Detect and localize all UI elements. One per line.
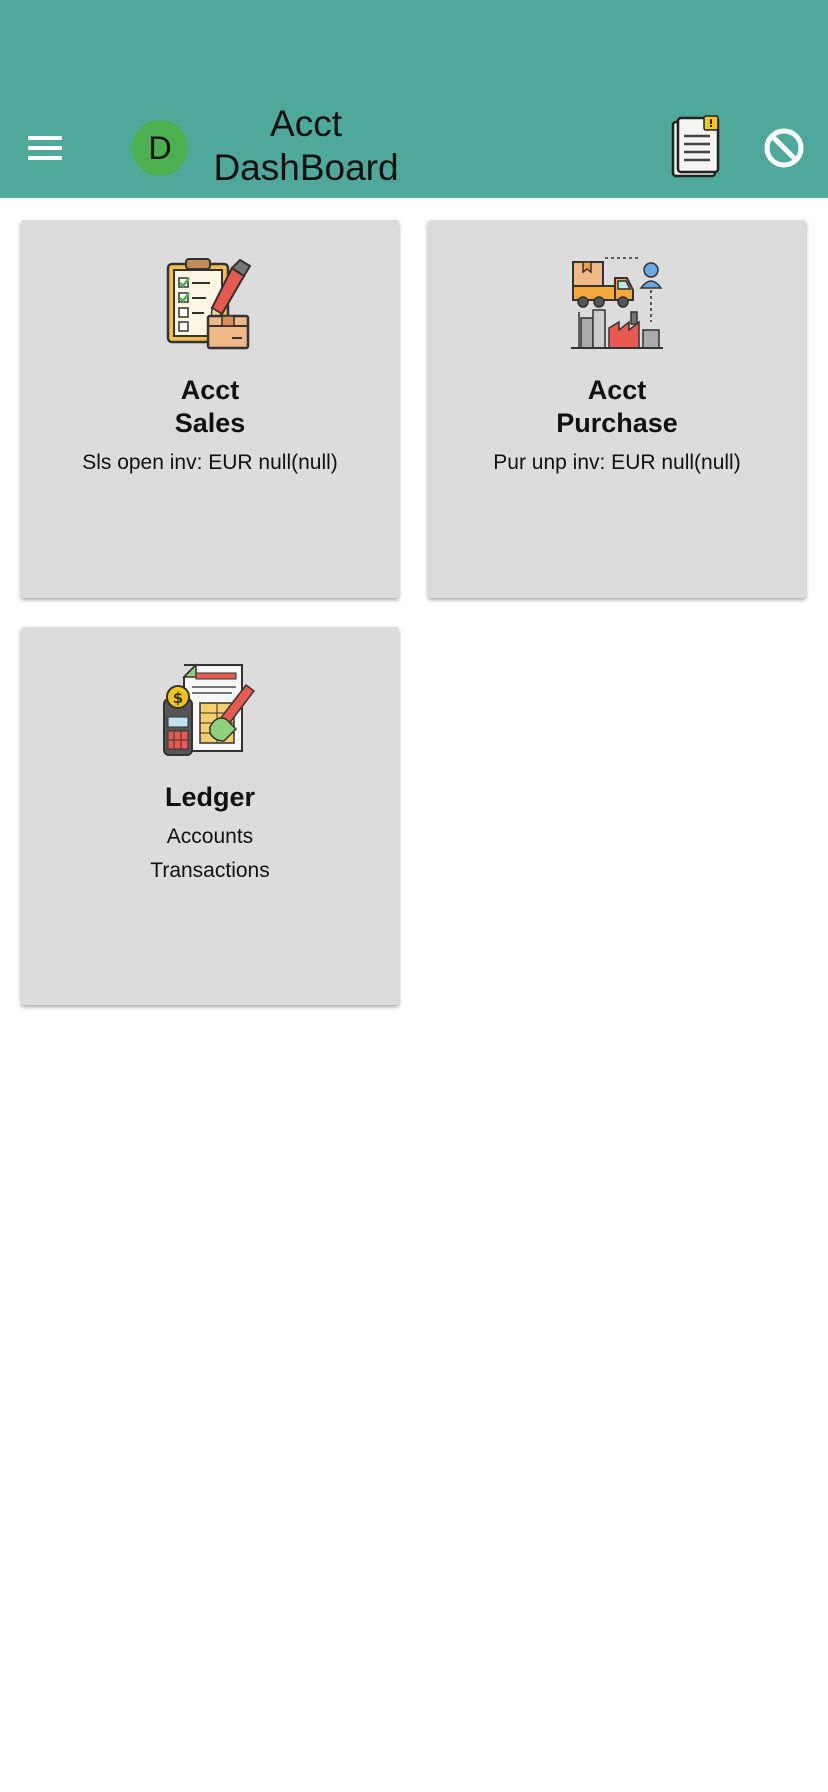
card-title-line1: Acct — [587, 375, 647, 405]
card-title: Acct Sales — [21, 374, 399, 440]
svg-text:$: $ — [173, 689, 183, 707]
ledger-card[interactable]: $ Ledger Accounts Transactions — [21, 627, 399, 1005]
card-title-line1: Acct — [180, 375, 240, 405]
card-line-accounts: Accounts — [166, 825, 254, 848]
avatar[interactable]: D — [132, 120, 188, 176]
app-bar: D Acct DashBoard — [0, 0, 828, 198]
clipboard-checklist-icon — [166, 258, 252, 350]
menu-icon[interactable] — [28, 128, 76, 168]
ledger-calculator-icon: $ — [163, 663, 256, 756]
card-subtitle: Pur unp inv: EUR null(null) — [493, 451, 741, 474]
page-title-line1: Acct — [270, 103, 342, 144]
card-title-line2: Purchase — [556, 408, 678, 438]
block-icon[interactable] — [760, 124, 808, 172]
card-subtitle: Sls open inv: EUR null(null) — [82, 451, 338, 474]
supply-chain-truck-icon — [571, 257, 663, 349]
avatar-letter: D — [148, 129, 172, 166]
page-title: Acct DashBoard — [196, 102, 416, 190]
acct-sales-card[interactable]: Acct Sales Sls open inv: EUR null(null) — [21, 220, 399, 598]
notes-alert-icon[interactable] — [668, 114, 724, 180]
card-title: Ledger — [164, 782, 256, 812]
page-title-line2: DashBoard — [213, 147, 399, 188]
card-title: Acct Purchase — [428, 374, 806, 440]
card-line-transactions: Transactions — [150, 859, 270, 882]
acct-purchase-card[interactable]: Acct Purchase Pur unp inv: EUR null(null… — [428, 220, 806, 598]
card-title-line2: Sales — [174, 408, 246, 438]
